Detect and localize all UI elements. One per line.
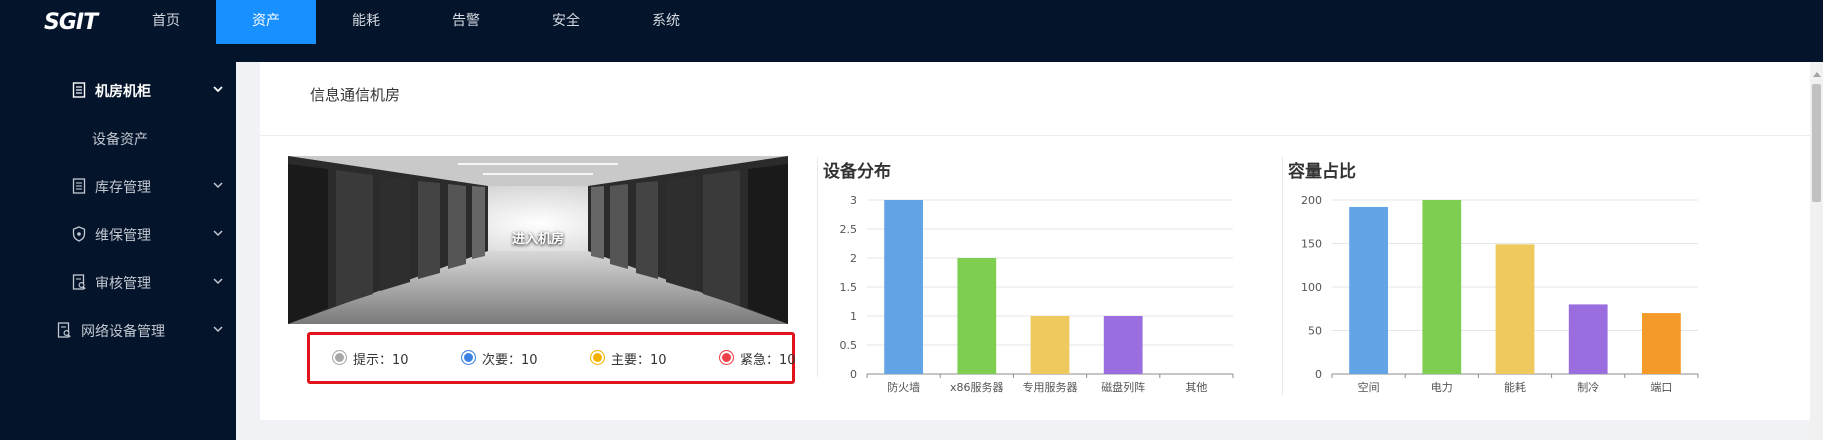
- scrollbar-thumb[interactable]: [1812, 84, 1821, 202]
- y-tick-label: 2.5: [840, 223, 858, 236]
- nav-item-energy[interactable]: 能耗: [316, 0, 416, 44]
- bar[interactable]: [1642, 313, 1681, 374]
- y-tick-label: 0: [850, 368, 857, 381]
- sidebar-item-network-devices[interactable]: 网络设备管理: [0, 313, 236, 347]
- sidebar: 机房机柜 设备资产 库存管理 维保管理 审核管理 网络设备管理: [0, 62, 236, 440]
- y-tick-label: 0.5: [840, 339, 858, 352]
- x-tick-label: 制冷: [1577, 381, 1599, 394]
- divider: [260, 135, 1810, 136]
- y-tick-label: 200: [1301, 194, 1322, 207]
- sidebar-item-label: 设备资产: [92, 132, 148, 148]
- y-tick-label: 100: [1301, 281, 1322, 294]
- alarm-dot-icon: [719, 350, 734, 365]
- sidebar-item-device-assets[interactable]: 设备资产: [0, 121, 236, 155]
- bar[interactable]: [957, 258, 997, 374]
- bar[interactable]: [1103, 316, 1143, 374]
- page-title: 信息通信机房: [310, 86, 401, 104]
- x-tick-label: 其他: [1185, 381, 1207, 394]
- chevron-down-icon: [213, 182, 223, 189]
- alarm-label: 紧急：10: [740, 353, 796, 368]
- enter-room-button[interactable]: 进入机房: [288, 156, 788, 324]
- divider: [817, 157, 818, 377]
- alarm-label: 提示：10: [353, 353, 409, 368]
- sidebar-item-rack-room[interactable]: 机房机柜: [0, 73, 236, 107]
- nav-item-assets[interactable]: 资产: [216, 0, 316, 44]
- x-tick-label: x86服务器: [950, 381, 1004, 394]
- bar[interactable]: [1030, 316, 1070, 374]
- bar[interactable]: [1495, 244, 1535, 374]
- y-tick-label: 1.5: [840, 281, 858, 294]
- sidebar-item-inventory[interactable]: 库存管理: [0, 169, 236, 203]
- chevron-down-icon: [213, 230, 223, 237]
- sidebar-item-audit[interactable]: 审核管理: [0, 265, 236, 299]
- y-tick-label: 3: [850, 194, 857, 207]
- alarm-dot-icon: [332, 350, 347, 365]
- bar[interactable]: [1422, 200, 1462, 374]
- x-tick-label: 专用服务器: [1023, 380, 1078, 394]
- capacity-ratio-chart: 0 50 100 150 200 空间 电力 能耗 制冷 端口: [1301, 194, 1699, 394]
- chart-title-capacity-ratio: 容量占比: [1288, 162, 1356, 182]
- bar[interactable]: [1349, 206, 1388, 374]
- y-tick-label: 0: [1315, 368, 1322, 381]
- nav-item-home[interactable]: 首页: [116, 0, 216, 44]
- bar[interactable]: [1568, 304, 1608, 374]
- sidebar-item-label: 机房机柜: [95, 84, 151, 100]
- sidebar-item-label: 维保管理: [95, 228, 151, 244]
- alarm-dot-icon: [590, 350, 605, 365]
- alarm-label: 主要：10: [611, 353, 667, 368]
- bar[interactable]: [884, 200, 923, 374]
- device-distribution-chart: 0 0.5 1 1.5 2 2.5 3 防火墙 x86服务器 专用服务器 磁盘列阵 其他: [840, 194, 1234, 394]
- x-tick-label: 磁盘列阵: [1101, 380, 1145, 394]
- alarm-dot-icon: [461, 350, 476, 365]
- sidebar-item-label: 网络设备管理: [81, 324, 165, 340]
- y-tick-label: 150: [1301, 238, 1322, 251]
- x-tick-label: 防火墙: [887, 380, 920, 394]
- y-tick-label: 50: [1308, 325, 1322, 338]
- x-tick-label: 空间: [1358, 380, 1380, 394]
- nav-item-security[interactable]: 安全: [516, 0, 616, 44]
- sgit-logo[interactable]: SGIT: [44, 10, 98, 35]
- server-room-image[interactable]: 进入机房: [288, 156, 788, 324]
- nav-item-system[interactable]: 系统: [616, 0, 716, 44]
- scroll-up-arrow-icon[interactable]: [1813, 72, 1821, 77]
- alarm-summary: 提示：10 次要：10 主要：10 紧急：10: [307, 332, 796, 384]
- x-tick-label: 电力: [1431, 381, 1453, 394]
- x-tick-label: 能耗: [1504, 380, 1526, 394]
- chart-title-device-distribution: 设备分布: [823, 162, 891, 182]
- y-tick-label: 2: [850, 252, 857, 265]
- shield-icon: [72, 226, 86, 242]
- chevron-down-icon: [213, 326, 223, 333]
- audit-icon: [72, 274, 86, 290]
- inventory-icon: [72, 178, 86, 194]
- top-navigation-bar: SGIT 首页 资产 能耗 告警 安全 系统: [0, 0, 1823, 62]
- rack-icon: [72, 82, 86, 98]
- nav-item-alarms[interactable]: 告警: [416, 0, 516, 44]
- sidebar-item-label: 库存管理: [95, 180, 151, 196]
- chevron-down-icon: [213, 278, 223, 285]
- divider: [1282, 157, 1283, 395]
- sidebar-item-maintenance[interactable]: 维保管理: [0, 217, 236, 251]
- chevron-down-icon: [213, 86, 223, 93]
- sidebar-item-label: 审核管理: [95, 276, 151, 292]
- alarm-label: 次要：10: [482, 353, 538, 368]
- y-tick-label: 1: [850, 310, 857, 323]
- network-device-icon: [57, 322, 71, 338]
- x-tick-label: 端口: [1650, 381, 1672, 394]
